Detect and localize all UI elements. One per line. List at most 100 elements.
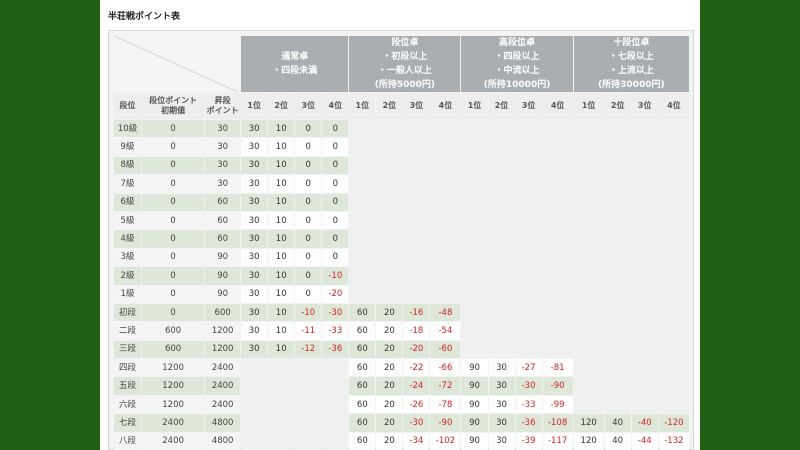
empty-cell	[376, 120, 403, 138]
empty-cell	[488, 230, 515, 248]
initial-points-cell: 600	[142, 340, 205, 359]
empty-cell	[658, 303, 689, 322]
empty-cell	[461, 138, 488, 156]
empty-cell	[349, 267, 376, 285]
points-cell: 30	[241, 211, 268, 230]
corner-cell	[114, 36, 241, 92]
points-cell: 90	[461, 377, 488, 395]
promotion-points-cell: 30	[205, 138, 241, 156]
points-cell: 10	[268, 156, 295, 175]
empty-cell	[604, 395, 631, 414]
points-cell: 60	[349, 340, 376, 359]
rank-cell: 8級	[114, 156, 142, 175]
empty-cell	[604, 120, 631, 138]
rank-cell: 3級	[114, 248, 142, 267]
promotion-points-cell: 1200	[205, 322, 241, 340]
rank-cell: 初段	[114, 303, 142, 322]
points-cell: 40	[604, 414, 631, 432]
empty-cell	[403, 120, 430, 138]
points-cell: -108	[542, 414, 573, 432]
points-cell: -33	[322, 322, 349, 340]
points-cell: -30	[322, 303, 349, 322]
points-cell: 0	[322, 211, 349, 230]
promotion-points-cell: 90	[205, 267, 241, 285]
promotion-points-cell: 30	[205, 156, 241, 175]
rank-cell: 五段	[114, 377, 142, 395]
empty-cell	[461, 285, 488, 303]
points-cell: 30	[241, 303, 268, 322]
points-cell: 0	[322, 120, 349, 138]
empty-cell	[376, 230, 403, 248]
empty-cell	[488, 156, 515, 175]
points-cell: -44	[631, 432, 658, 450]
empty-cell	[573, 156, 604, 175]
empty-cell	[631, 377, 658, 395]
points-cell: -66	[430, 359, 461, 377]
place-header: 1位	[241, 93, 268, 119]
points-cell: 30	[488, 432, 515, 450]
points-cell: 10	[268, 248, 295, 267]
empty-cell	[488, 120, 515, 138]
empty-cell	[631, 156, 658, 175]
points-cell: 10	[268, 340, 295, 359]
initial-points-cell: 2400	[142, 432, 205, 450]
points-cell: -54	[430, 322, 461, 340]
empty-cell	[268, 432, 295, 450]
points-cell: 60	[349, 432, 376, 450]
table-row: 初段 0 600 30 10 -10 -30 60 20 -16 -48	[114, 303, 689, 322]
table-row: 8級 0 30 30 10 0 0	[114, 156, 689, 175]
header-line: 昇段	[214, 96, 231, 105]
empty-cell	[631, 285, 658, 303]
points-cell: -22	[403, 359, 430, 377]
empty-cell	[604, 322, 631, 340]
initial-points-cell: 1200	[142, 359, 205, 377]
empty-cell	[658, 285, 689, 303]
promotion-points-cell: 2400	[205, 359, 241, 377]
initial-points-cell: 2400	[142, 414, 205, 432]
empty-cell	[322, 359, 349, 377]
empty-cell	[573, 359, 604, 377]
empty-cell	[349, 156, 376, 175]
points-cell: 30	[241, 120, 268, 138]
points-cell: 10	[268, 138, 295, 156]
points-panel: 半荘戦ポイント表 通常卓 ・四段未満 段位卓 ・初段以上 ・一般人以上 (所持5…	[100, 0, 700, 450]
empty-cell	[349, 175, 376, 193]
group-condition: ・一般人以上	[377, 66, 432, 76]
empty-cell	[542, 303, 573, 322]
initial-points-cell: 0	[142, 138, 205, 156]
empty-cell	[295, 377, 322, 395]
empty-cell	[515, 267, 542, 285]
empty-cell	[430, 193, 461, 211]
promotion-points-cell: 90	[205, 285, 241, 303]
place-header: 1位	[349, 93, 376, 119]
empty-cell	[604, 193, 631, 211]
empty-cell	[461, 230, 488, 248]
group-condition: (所持10000円)	[483, 80, 551, 90]
empty-cell	[542, 230, 573, 248]
points-cell: -11	[295, 322, 322, 340]
empty-cell	[295, 414, 322, 432]
empty-cell	[349, 230, 376, 248]
table-row: 二段 600 1200 30 10 -11 -33 60 20 -18 -54	[114, 322, 689, 340]
empty-cell	[376, 267, 403, 285]
points-cell: 30	[241, 193, 268, 211]
empty-cell	[604, 285, 631, 303]
empty-cell	[461, 248, 488, 267]
empty-cell	[322, 414, 349, 432]
points-cell: 120	[573, 414, 604, 432]
points-cell: 20	[376, 340, 403, 359]
empty-cell	[658, 211, 689, 230]
empty-cell	[631, 138, 658, 156]
points-cell: -10	[295, 303, 322, 322]
empty-cell	[658, 230, 689, 248]
points-cell: 0	[295, 120, 322, 138]
empty-cell	[631, 230, 658, 248]
place-header: 3位	[515, 93, 542, 119]
empty-cell	[322, 395, 349, 414]
empty-cell	[515, 156, 542, 175]
points-cell: -20	[403, 340, 430, 359]
points-cell: 10	[268, 230, 295, 248]
points-cell: -48	[430, 303, 461, 322]
initial-points-cell: 0	[142, 285, 205, 303]
group-condition: ・上流以上	[608, 66, 654, 76]
